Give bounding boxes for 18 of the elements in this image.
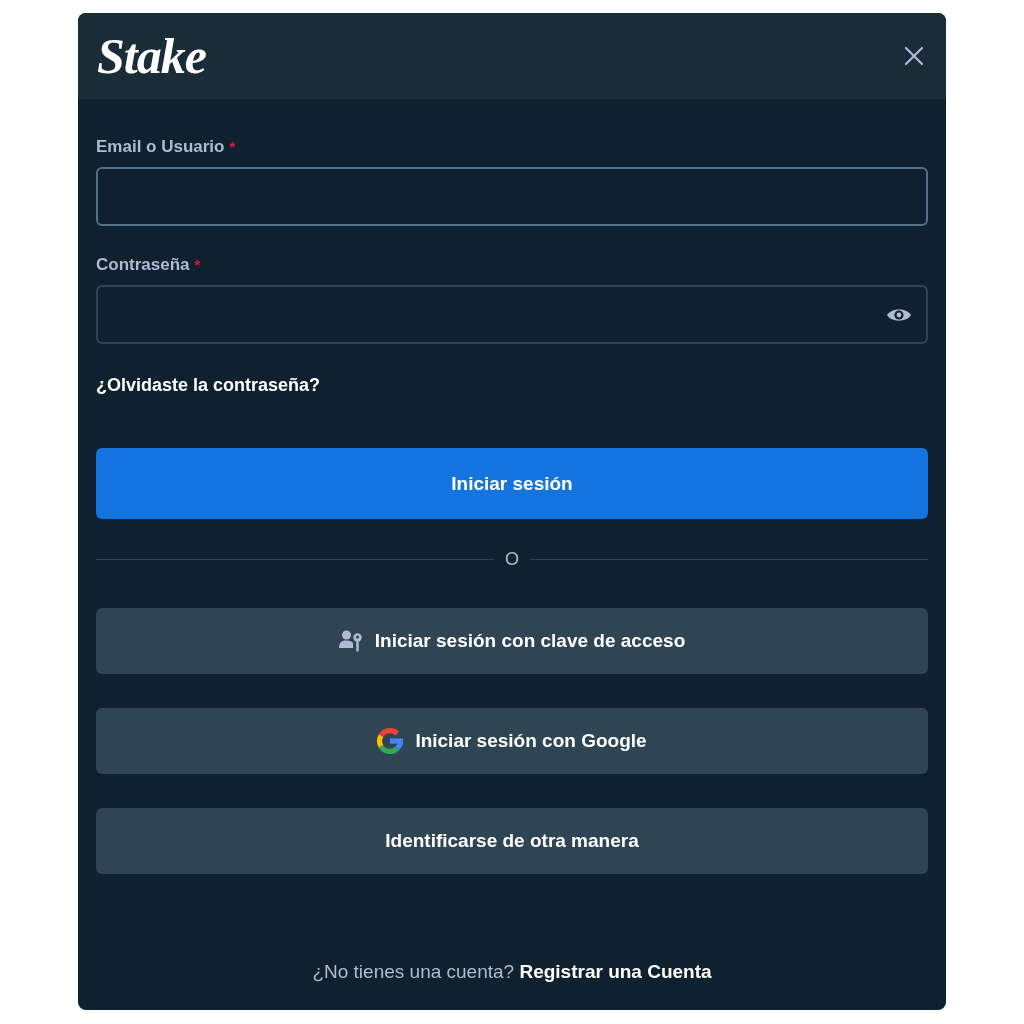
signup-prompt: ¿No tienes una cuenta? Registrar una Cuenta <box>311 960 713 984</box>
other-login-button[interactable]: Identificarse de otra manera <box>96 808 928 874</box>
person-key-icon <box>338 630 363 652</box>
register-link[interactable]: Registrar una Cuenta <box>519 961 712 982</box>
password-field[interactable] <box>96 285 928 344</box>
google-login-button[interactable]: Iniciar sesión con Google <box>96 708 928 774</box>
required-asterisk: * <box>194 255 201 275</box>
input-field[interactable] <box>96 167 928 226</box>
divider-label: O <box>505 548 519 570</box>
logo[interactable]: Stake <box>97 31 206 81</box>
field-label: Contraseña <box>96 255 190 275</box>
passkey-login-button[interactable]: Iniciar sesión con clave de acceso <box>96 608 928 674</box>
google-g-icon <box>377 728 404 754</box>
required-asterisk: * <box>229 137 236 157</box>
field-label: Email o Usuario <box>96 137 225 157</box>
forgot-password-link[interactable]: ¿Olvidaste la contraseña? <box>96 374 321 396</box>
close-icon[interactable] <box>904 46 924 66</box>
login-button[interactable]: Iniciar sesión <box>96 448 928 519</box>
